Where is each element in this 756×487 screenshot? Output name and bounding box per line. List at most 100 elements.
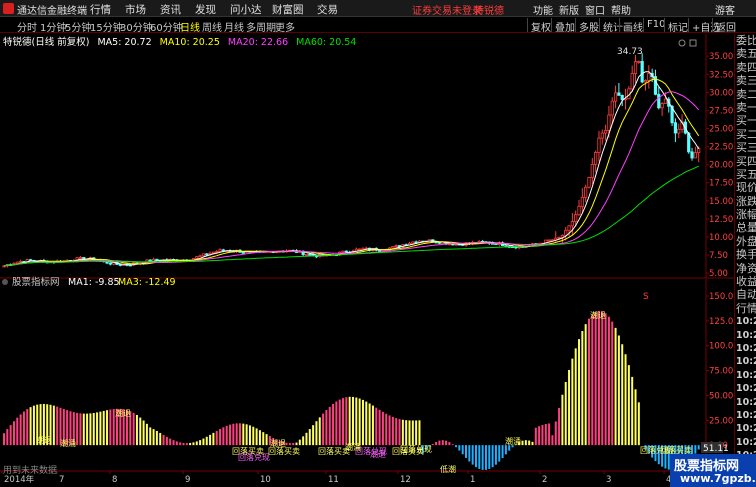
indicator-axis-label: 100.00 — [709, 342, 734, 352]
x-axis-label: 9 — [185, 475, 190, 485]
ma10-line — [3, 78, 700, 267]
x-axis-label: 11 — [328, 475, 339, 485]
candle-body — [647, 73, 651, 81]
candle-body — [108, 262, 112, 265]
indicator-name: 股票指标网 — [12, 276, 60, 288]
side-panel-item[interactable]: 现价 — [735, 181, 756, 194]
panel-settings-icon[interactable] — [678, 39, 686, 47]
candle-body — [690, 151, 694, 159]
price-axis-label: 10.00 — [709, 233, 733, 243]
side-panel-item[interactable]: 10:2 — [735, 409, 756, 422]
indicator-ma3: MA3: -12.49 — [118, 277, 176, 288]
candle-body — [437, 241, 442, 244]
price-axis-label: 32.50 — [709, 70, 733, 80]
panel-maximize-icon[interactable] — [689, 39, 697, 47]
candle-body — [613, 92, 618, 102]
price-axis-label: 20.00 — [709, 161, 733, 171]
candle-body — [341, 250, 345, 253]
side-panel-item[interactable]: 收益 — [735, 275, 756, 288]
candle-body — [344, 250, 348, 253]
side-panel-item[interactable]: 10:2 — [735, 342, 756, 355]
side-panel-item[interactable]: 买四 — [735, 155, 756, 168]
candle-body — [637, 61, 641, 63]
side-panel-item[interactable]: 委比 — [735, 34, 756, 47]
side-panel-item[interactable]: 10:2 — [735, 382, 756, 395]
peak-price-label: 34.73 — [617, 47, 643, 57]
candle-body — [660, 103, 664, 109]
signal-annotation: 潮退 — [590, 310, 606, 320]
side-panel-item[interactable]: 涨幅 — [735, 208, 756, 221]
price-axis-label: 5.00 — [709, 269, 728, 279]
candle-body — [304, 253, 309, 256]
side-panel-item[interactable]: 10:2 — [735, 436, 756, 449]
side-panel-item[interactable]: 10:2 — [735, 422, 756, 435]
side-panel-item[interactable]: 卖五 — [735, 47, 756, 60]
side-panel-item[interactable]: 自动 — [735, 288, 756, 301]
x-axis-label: 8 — [112, 475, 117, 485]
side-panel-item[interactable]: 10:2 — [735, 369, 756, 382]
signal-annotation: 回落兑现 — [238, 452, 270, 462]
side-panel-item[interactable]: 卖四 — [735, 61, 756, 74]
signal-annotation: 潮涌 — [60, 438, 76, 448]
x-axis-label: 3 — [606, 475, 611, 485]
candle-body — [597, 137, 601, 153]
candle-body — [567, 225, 571, 231]
side-panel-item[interactable]: 行情 — [735, 302, 756, 315]
signal-annotation: 潮涌 — [345, 442, 361, 452]
candle-body — [15, 261, 19, 264]
watermark: 股票指标网 www.7gpzb.com — [670, 454, 756, 487]
candle-body — [630, 73, 634, 90]
side-panel-item[interactable]: 换手 — [735, 248, 756, 261]
side-panel-item[interactable]: 10:2 — [735, 329, 756, 342]
signal-annotation: 潮退 — [115, 408, 131, 418]
candle-body — [394, 245, 398, 247]
candle-body — [118, 264, 122, 266]
x-axis-label: 7 — [59, 475, 64, 485]
candle-body — [218, 249, 222, 252]
indicator-toggle-icon[interactable] — [2, 279, 8, 285]
side-panel-item[interactable]: 买一 — [735, 114, 756, 127]
side-panel-item[interactable]: 净资 — [735, 262, 756, 275]
price-axis-label: 30.00 — [709, 88, 733, 98]
x-axis-label: 12 — [400, 475, 411, 485]
candle-body — [657, 93, 661, 109]
side-panel-item[interactable]: 买三 — [735, 141, 756, 154]
side-panel-item[interactable]: 买五 — [735, 168, 756, 181]
candle-body — [604, 130, 608, 134]
indicator-axis-label: 75.00 — [709, 367, 733, 377]
candle-body — [600, 132, 604, 139]
candle-body — [358, 248, 362, 251]
side-panel-item[interactable]: 10:2 — [735, 396, 756, 409]
price-axis-label: 22.50 — [709, 143, 733, 153]
candle-body — [693, 152, 697, 159]
candle-body — [308, 253, 312, 256]
candle-body — [570, 221, 574, 227]
side-panel-item[interactable]: 总量 — [735, 221, 756, 234]
candle-body — [198, 255, 202, 258]
candle-body — [617, 92, 621, 96]
candle-body — [697, 148, 701, 154]
price-axis-label: 25.00 — [709, 125, 733, 135]
side-panel-item[interactable]: 10:2 — [735, 355, 756, 368]
signal-annotation: 潮涌 — [505, 436, 521, 446]
candle-body — [590, 163, 594, 178]
side-panel-item[interactable]: 外盘 — [735, 235, 756, 248]
side-panel-item[interactable]: 10:2 — [735, 315, 756, 328]
side-panel-item[interactable]: 卖二 — [735, 88, 756, 101]
side-panel-item[interactable]: 涨跌 — [735, 195, 756, 208]
candle-body — [28, 259, 33, 262]
candle-body — [148, 259, 152, 262]
candle-body — [580, 196, 584, 207]
candle-body — [205, 253, 209, 256]
price-axis-label: 17.50 — [709, 179, 733, 189]
candle-body — [587, 177, 591, 188]
candle-body — [640, 61, 644, 83]
side-panel-item[interactable]: 卖一 — [735, 101, 756, 114]
indicator-axis-label: 25.00 — [709, 416, 733, 426]
side-panel-item[interactable]: 卖三 — [735, 74, 756, 87]
price-axis-label: 7.50 — [709, 251, 728, 261]
indicator-current-value: 51.11 — [703, 444, 729, 454]
indicator-ma1: MA1: -9.85 — [68, 277, 120, 288]
side-panel-item[interactable]: 买二 — [735, 128, 756, 141]
kline-chart[interactable]: 潮退 潮涌潮退回落买卖回落兑现回落买卖潮退回落买卖 回落兑现 回落买卖低潮潮涌潮退回落… — [0, 0, 734, 487]
